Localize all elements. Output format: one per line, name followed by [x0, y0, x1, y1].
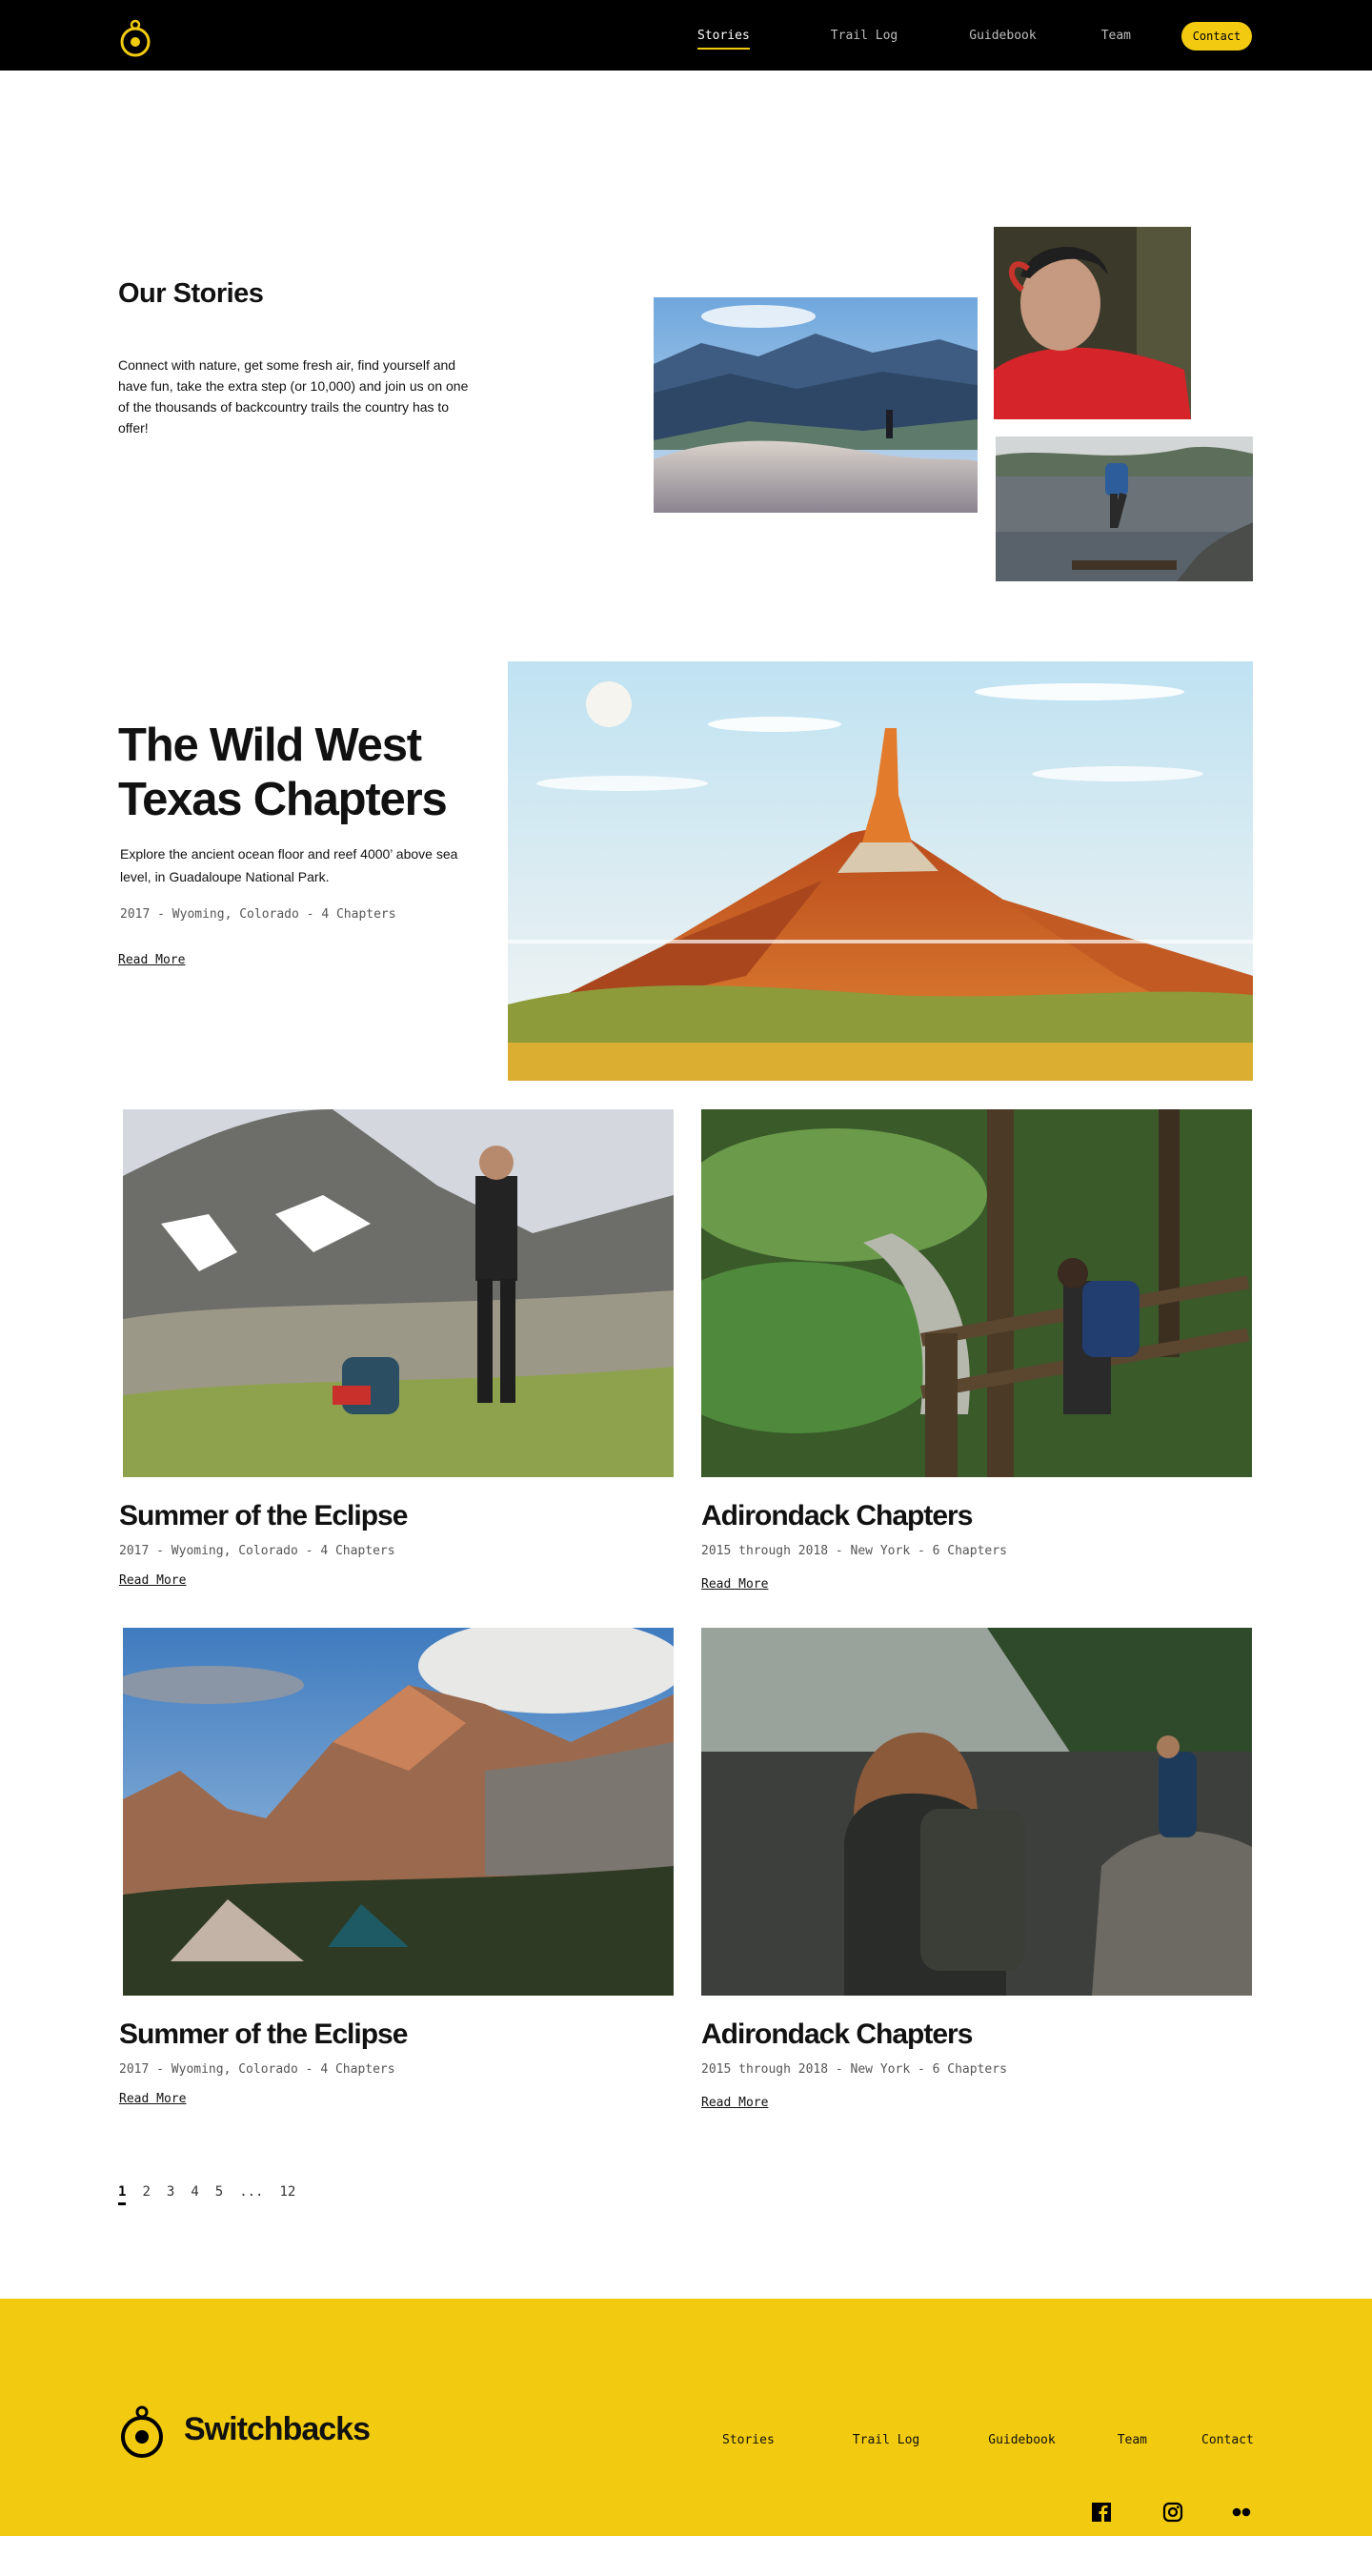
compass-logo-icon[interactable] [118, 2404, 166, 2462]
feature-meta: 2017 - Wyoming, Colorado - 4 Chapters [120, 907, 396, 922]
story-card-image-mountain-campsite[interactable] [123, 1628, 674, 1996]
pagination-ellipsis: ... [239, 2184, 264, 2200]
story-card-image-lakeside-hikers[interactable] [701, 1628, 1252, 1996]
pagination-page[interactable]: 12 [279, 2184, 295, 2205]
story-card-image-mountain-hiker[interactable] [123, 1109, 674, 1477]
story-card-read-more-link[interactable]: Read More [119, 2092, 186, 2106]
hero-photo-dunes [654, 297, 978, 513]
story-card-read-more-link[interactable]: Read More [119, 1573, 186, 1588]
footer-links: Stories Trail Log Guidebook Team Contact [722, 2433, 1254, 2447]
story-card-meta: 2015 through 2018 - New York - 6 Chapter… [701, 1544, 1007, 1558]
feature-read-more-link[interactable]: Read More [118, 953, 185, 967]
story-card-meta: 2017 - Wyoming, Colorado - 4 Chapters [119, 1544, 395, 1558]
hero-intro: Connect with nature, get some fresh air,… [118, 357, 469, 436]
footer-link-stories[interactable]: Stories [722, 2433, 775, 2447]
top-navigation: Stories Trail Log Guidebook Team Contact [0, 0, 1372, 71]
story-card-title: Summer of the Eclipse [119, 1500, 408, 1531]
pagination-page[interactable]: 2 [142, 2184, 150, 2205]
nav-link-guidebook[interactable]: Guidebook [969, 29, 1036, 43]
feature-title: The Wild West Texas Chapters [118, 720, 448, 825]
story-card-image-forest-overlook[interactable] [701, 1109, 1252, 1477]
pagination-page[interactable]: 5 [215, 2184, 223, 2205]
story-card-read-more-link[interactable]: Read More [701, 1577, 768, 1592]
flickr-icon[interactable] [1231, 2502, 1252, 2523]
feature-illustration-butte [508, 661, 1253, 1081]
footer-link-contact[interactable]: Contact [1201, 2433, 1254, 2447]
story-card-title: Adirondack Chapters [701, 2018, 973, 2050]
footer-link-guidebook[interactable]: Guidebook [988, 2433, 1055, 2447]
story-card-read-more-link[interactable]: Read More [701, 2096, 768, 2110]
hero-photo-lake-hiker [996, 436, 1253, 581]
compass-logo-icon[interactable] [118, 18, 152, 58]
story-card: Summer of the Eclipse 2017 - Wyoming, Co… [119, 1109, 676, 1589]
pagination-page[interactable]: 3 [167, 2184, 174, 2205]
featured-story: The Wild West Texas Chapters Explore the… [0, 661, 1372, 1109]
story-card-title: Summer of the Eclipse [119, 2018, 408, 2050]
story-card-meta: 2015 through 2018 - New York - 6 Chapter… [701, 2062, 1007, 2077]
nav-link-team[interactable]: Team [1101, 29, 1131, 43]
nav-link-stories[interactable]: Stories [697, 29, 750, 50]
pagination-page[interactable]: 4 [191, 2184, 198, 2205]
footer-link-trail-log[interactable]: Trail Log [853, 2433, 919, 2447]
story-card: Adirondack Chapters 2015 through 2018 - … [701, 1109, 1254, 1592]
pagination: 1 2 3 4 5 ... 12 [118, 2184, 312, 2205]
story-card: Adirondack Chapters 2015 through 2018 - … [701, 1628, 1254, 2111]
pagination-current-page[interactable]: 1 [118, 2184, 127, 2205]
story-card-title: Adirondack Chapters [701, 1500, 973, 1531]
nav-links: Stories Trail Log Guidebook Team [697, 0, 1131, 71]
site-footer: Switchbacks Stories Trail Log Guidebook … [0, 2299, 1372, 2536]
instagram-icon[interactable] [1162, 2502, 1183, 2523]
nav-link-trail-log[interactable]: Trail Log [831, 29, 898, 43]
footer-brand-name: Switchbacks [184, 2411, 371, 2447]
page-title: Our Stories [118, 278, 264, 309]
story-card-meta: 2017 - Wyoming, Colorado - 4 Chapters [119, 2062, 395, 2077]
story-card: Summer of the Eclipse 2017 - Wyoming, Co… [119, 1628, 676, 2107]
stories-hero: Our Stories Connect with nature, get som… [0, 71, 1372, 661]
contact-button[interactable]: Contact [1181, 22, 1252, 51]
story-grid: Summer of the Eclipse 2017 - Wyoming, Co… [0, 1109, 1372, 2299]
facebook-icon[interactable] [1091, 2502, 1112, 2523]
hero-photo-hiker-resting [994, 227, 1191, 419]
footer-link-team[interactable]: Team [1118, 2433, 1147, 2447]
feature-description: Explore the ancient ocean floor and reef… [120, 846, 458, 884]
